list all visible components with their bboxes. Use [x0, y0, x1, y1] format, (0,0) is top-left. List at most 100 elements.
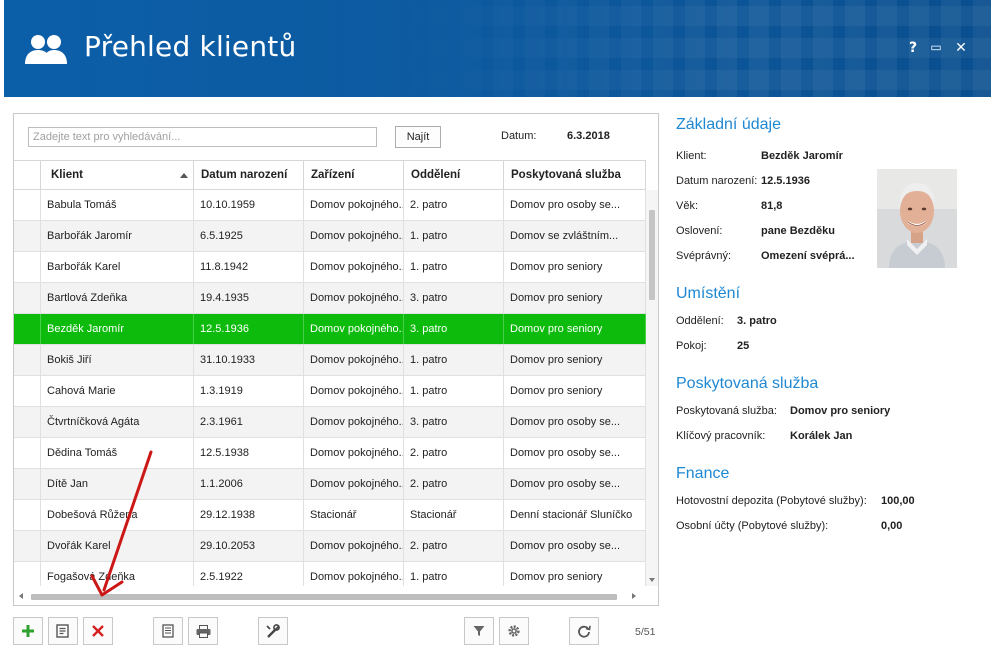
- row-indicator: [14, 438, 41, 468]
- sort-ascending-icon: [180, 173, 188, 178]
- add-button[interactable]: [13, 617, 43, 645]
- table-body: Babula Tomáš 10.10.1959 Domov pokojného...…: [14, 190, 646, 586]
- scroll-down-arrow[interactable]: [649, 578, 655, 582]
- cell-service: Denní stacionář Sluníčko: [504, 500, 646, 530]
- table-row[interactable]: Bartlová Zdeňka 19.4.1935 Domov pokojného.…: [14, 283, 646, 314]
- client-photo: [877, 169, 957, 268]
- horizontal-scrollbar[interactable]: [14, 590, 646, 603]
- table-row[interactable]: Cahová Marie 1.3.1919 Domov pokojného... 1.…: [14, 376, 646, 407]
- age-value: 81,8: [761, 200, 783, 212]
- table-row[interactable]: Bezděk Jaromír 12.5.1936 Domov pokojného..…: [14, 314, 646, 345]
- cell-facility: Domov pokojného...: [304, 252, 404, 282]
- settings-button[interactable]: [499, 617, 529, 645]
- table-row[interactable]: Babula Tomáš 10.10.1959 Domov pokojného...…: [14, 190, 646, 221]
- table-row[interactable]: Barbořák Jaromír 6.5.1925 Domov pokojného.…: [14, 221, 646, 252]
- column-header-birthdate[interactable]: Datum narození: [194, 161, 304, 190]
- cell-service: Domov pro seniory: [504, 562, 646, 586]
- cell-service: Domov pro osoby se...: [504, 438, 646, 468]
- row-indicator: [14, 531, 41, 561]
- cell-client: Bartlová Zdeňka: [41, 283, 194, 313]
- vertical-scrollbar[interactable]: [646, 190, 658, 586]
- row-indicator: [14, 500, 41, 530]
- row-indicator: [14, 314, 41, 344]
- cell-client: Dítě Jan: [41, 469, 194, 499]
- cell-client: Dvořák Karel: [41, 531, 194, 561]
- legal-capacity-value: Omezení svéprá...: [761, 250, 855, 262]
- cell-facility: Domov pokojného...: [304, 376, 404, 406]
- printer-icon: [196, 624, 210, 638]
- column-header-department[interactable]: Oddělení: [404, 161, 504, 190]
- find-button[interactable]: Najít: [395, 126, 441, 148]
- horizontal-scroll-thumb[interactable]: [31, 594, 617, 600]
- table-row[interactable]: Dobešová Růžena 29.12.1938 Stacionář Stacio…: [14, 500, 646, 531]
- cell-service: Domov pro osoby se...: [504, 531, 646, 561]
- cell-facility: Domov pokojného...: [304, 283, 404, 313]
- cell-birthdate: 12.5.1936: [194, 314, 304, 344]
- table-row[interactable]: Dvořák Karel 29.10.2053 Domov pokojného...…: [14, 531, 646, 562]
- vertical-scroll-thumb[interactable]: [649, 210, 655, 300]
- cell-department: 3. patro: [404, 407, 504, 437]
- key-worker-value: Korálek Jan: [790, 430, 853, 442]
- record-counter: 5/51: [635, 626, 656, 638]
- salutation-label: Oslovení:: [676, 225, 723, 237]
- date-label: Datum:: [501, 130, 537, 142]
- report-button[interactable]: [153, 617, 183, 645]
- refresh-button[interactable]: [569, 617, 599, 645]
- cell-service: Domov pro seniory: [504, 376, 646, 406]
- filter-button[interactable]: [464, 617, 494, 645]
- cell-service: Domov pro osoby se...: [504, 190, 646, 220]
- cell-facility: Domov pokojného...: [304, 407, 404, 437]
- cell-department: Stacionář: [404, 500, 504, 530]
- column-header-facility[interactable]: Zařízení: [304, 161, 404, 190]
- cell-facility: Domov pokojného...: [304, 190, 404, 220]
- cell-service: Domov pro seniory: [504, 314, 646, 344]
- search-input[interactable]: [28, 127, 377, 147]
- delete-button[interactable]: [83, 617, 113, 645]
- row-indicator: [14, 190, 41, 220]
- room-value: 25: [737, 340, 750, 352]
- personal-accounts-value: 0,00: [881, 520, 903, 532]
- cell-client: Bezděk Jaromír: [41, 314, 194, 344]
- table-row[interactable]: Čtvrtníčková Agáta 2.3.1961 Domov pokojnéh…: [14, 407, 646, 438]
- table-row[interactable]: Dědina Tomáš 12.5.1938 Domov pokojného... 2…: [14, 438, 646, 469]
- document-icon: [162, 624, 174, 638]
- cell-facility: Domov pokojného...: [304, 531, 404, 561]
- column-header-service[interactable]: Poskytovaná služba: [504, 161, 646, 190]
- cell-client: Čtvrtníčková Agáta: [41, 407, 194, 437]
- edit-button[interactable]: [48, 617, 78, 645]
- cell-department: 2. patro: [404, 438, 504, 468]
- cell-birthdate: 6.5.1925: [194, 221, 304, 251]
- cell-department: 2. patro: [404, 531, 504, 561]
- cell-facility: Domov pokojného...: [304, 469, 404, 499]
- help-button[interactable]: ?: [905, 40, 921, 56]
- row-indicator: [14, 345, 41, 375]
- cell-service: Domov pro seniory: [504, 252, 646, 282]
- table-row[interactable]: Bokiš Jiří 31.10.1933 Domov pokojného... 1.…: [14, 345, 646, 376]
- section-title-finance: Fnance: [676, 465, 730, 482]
- tools-button[interactable]: [258, 617, 288, 645]
- table-header: Klient Datum narození Zařízení Oddělení …: [14, 160, 646, 190]
- row-indicator: [14, 376, 41, 406]
- column-header-client[interactable]: Klient: [41, 161, 194, 190]
- maximize-button[interactable]: ▭: [928, 40, 944, 54]
- scroll-left-arrow[interactable]: [19, 593, 23, 599]
- cell-client: Babula Tomáš: [41, 190, 194, 220]
- plus-icon: [22, 625, 34, 637]
- birthdate-label: Datum narození:: [676, 175, 758, 187]
- cell-facility: Domov pokojného...: [304, 438, 404, 468]
- print-button[interactable]: [188, 617, 218, 645]
- table-row[interactable]: Barbořák Karel 11.8.1942 Domov pokojného..…: [14, 252, 646, 283]
- department-value: 3. patro: [737, 315, 777, 327]
- table-row[interactable]: Fogašová Zdeňka 2.5.1922 Domov pokojného..…: [14, 562, 646, 586]
- cell-client: Cahová Marie: [41, 376, 194, 406]
- department-label: Oddělení:: [676, 315, 724, 327]
- service-label: Poskytovaná služba:: [676, 405, 777, 417]
- cell-birthdate: 10.10.1959: [194, 190, 304, 220]
- delete-x-icon: [92, 625, 104, 637]
- filter-icon: [473, 626, 485, 636]
- cell-facility: Domov pokojného...: [304, 562, 404, 586]
- cell-service: Domov se zvláštním...: [504, 221, 646, 251]
- scroll-right-arrow[interactable]: [632, 593, 636, 599]
- close-button[interactable]: ✕: [953, 40, 969, 56]
- table-row[interactable]: Dítě Jan 1.1.2006 Domov pokojného... 2. pat…: [14, 469, 646, 500]
